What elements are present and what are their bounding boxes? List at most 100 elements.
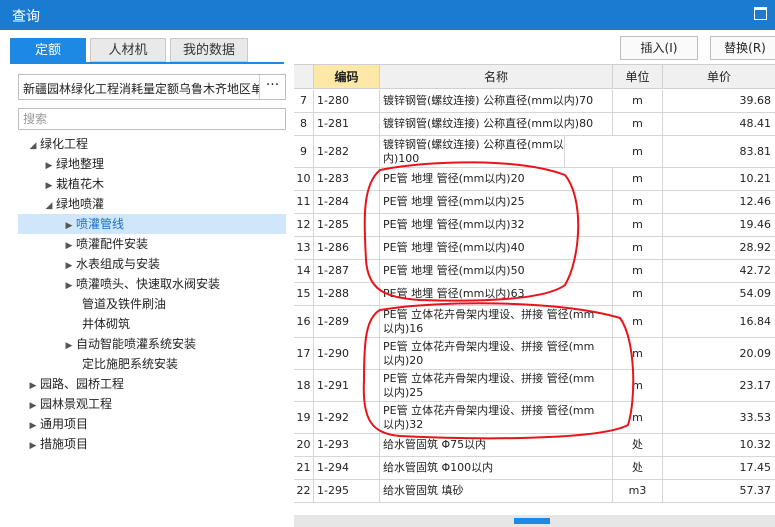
table-row[interactable]: 22 1-295 给水管固筑 填砂 m3 57.37 bbox=[294, 480, 775, 503]
table-row[interactable]: 10 1-283 PE管 地埋 管径(mm以内)20 m 10.21 bbox=[294, 168, 775, 191]
tree-node-measures[interactable]: ▶ 措施项目 bbox=[26, 434, 88, 454]
tree-node-planting[interactable]: ▶ 栽植花木 bbox=[42, 174, 104, 194]
table-row[interactable]: 11 1-284 PE管 地埋 管径(mm以内)25 m 12.46 bbox=[294, 191, 775, 214]
row-price: 16.84 bbox=[739, 315, 772, 328]
collapsed-arrow-icon[interactable]: ▶ bbox=[62, 276, 76, 296]
table-row[interactable]: 16 1-289 PE管 立体花卉骨架内埋设、拼接 管径(mm以内)16 m 1… bbox=[294, 306, 775, 338]
row-code: 1-280 bbox=[314, 90, 380, 112]
row-code: 1-288 bbox=[314, 283, 380, 305]
tree-node-landscape[interactable]: ▶ 园林景观工程 bbox=[26, 394, 112, 414]
tree-node-roads-bridges[interactable]: ▶ 园路、园桥工程 bbox=[26, 374, 124, 394]
header-code[interactable]: 编码 bbox=[314, 65, 380, 89]
header-price[interactable]: 单价 bbox=[663, 65, 775, 89]
collapsed-arrow-icon[interactable]: ▶ bbox=[62, 236, 76, 256]
row-price: 20.09 bbox=[739, 347, 772, 360]
table-row[interactable]: 19 1-292 PE管 立体花卉骨架内埋设、拼接 管径(mm以内)32 m 3… bbox=[294, 402, 775, 434]
row-unit: m bbox=[613, 90, 663, 112]
row-unit: m bbox=[613, 306, 663, 337]
collapsed-arrow-icon[interactable]: ▶ bbox=[62, 336, 76, 356]
table-row[interactable]: 14 1-287 PE管 地埋 管径(mm以内)50 m 42.72 bbox=[294, 260, 775, 283]
row-index: 18 bbox=[294, 370, 314, 401]
row-unit: m bbox=[613, 237, 663, 259]
row-code: 1-293 bbox=[314, 434, 380, 456]
tree-node-irrigation-pipes[interactable]: ▶ 喷灌管线 bbox=[18, 214, 286, 234]
tree-node-site-prep[interactable]: ▶ 绿地整理 bbox=[42, 154, 104, 174]
header-unit[interactable]: 单位 bbox=[613, 65, 663, 89]
row-code: 1-281 bbox=[314, 113, 380, 135]
row-price: 83.81 bbox=[739, 145, 772, 158]
row-name: 给水管固筑 Φ75以内 bbox=[380, 434, 613, 456]
tree-node-painting[interactable]: 管道及铁件刷油 bbox=[82, 294, 166, 314]
scrollbar-thumb[interactable] bbox=[514, 518, 550, 524]
row-name: 给水管固筑 Φ100以内 bbox=[380, 457, 613, 479]
row-price: 33.53 bbox=[739, 411, 772, 424]
row-code: 1-295 bbox=[314, 480, 380, 502]
row-unit: m3 bbox=[613, 480, 663, 502]
insert-button[interactable]: 插入(I) bbox=[620, 36, 698, 60]
tree-node-irrigation[interactable]: ◢ 绿地喷灌 bbox=[42, 194, 104, 214]
tab-my-data[interactable]: 我的数据 bbox=[170, 38, 248, 62]
row-price: 10.21 bbox=[739, 172, 772, 185]
tab-quota[interactable]: 定额 bbox=[10, 38, 86, 62]
tree-node-fertilizer[interactable]: 定比施肥系统安装 bbox=[82, 354, 178, 374]
tree-node-auto-irrigation[interactable]: ▶ 自动智能喷灌系统安装 bbox=[62, 334, 196, 354]
row-price: 12.46 bbox=[739, 195, 772, 208]
row-code: 1-285 bbox=[314, 214, 380, 236]
maximize-icon[interactable] bbox=[754, 7, 767, 20]
table-row[interactable]: 15 1-288 PE管 地埋 管径(mm以内)63 m 54.09 bbox=[294, 283, 775, 306]
search-input[interactable]: 搜索 bbox=[18, 108, 286, 130]
expanded-arrow-icon[interactable]: ◢ bbox=[42, 196, 56, 216]
row-unit: m bbox=[613, 338, 663, 369]
horizontal-scrollbar[interactable] bbox=[294, 515, 775, 527]
tree-node-fittings[interactable]: ▶ 喷灌配件安装 bbox=[62, 234, 148, 254]
row-unit: 处 bbox=[613, 434, 663, 456]
tree-node-water-meter[interactable]: ▶ 水表组成与安装 bbox=[62, 254, 160, 274]
row-price: 28.92 bbox=[739, 241, 772, 254]
row-name: 镀锌钢管(螺纹连接) 公称直径(mm以内)100 bbox=[380, 136, 565, 167]
table-row[interactable]: 13 1-286 PE管 地埋 管径(mm以内)40 m 28.92 bbox=[294, 237, 775, 260]
row-index: 16 bbox=[294, 306, 314, 337]
table-row[interactable]: 9 1-282 镀锌钢管(螺纹连接) 公称直径(mm以内)100 m 83.81 bbox=[294, 136, 775, 168]
tab-labor-material-machine[interactable]: 人材机 bbox=[90, 38, 166, 62]
table-row[interactable]: 8 1-281 镀锌钢管(螺纹连接) 公称直径(mm以内)80 m 48.41 bbox=[294, 113, 775, 136]
header-index bbox=[294, 65, 314, 89]
expanded-arrow-icon[interactable]: ◢ bbox=[26, 136, 40, 156]
row-code: 1-286 bbox=[314, 237, 380, 259]
tree-node-sprinkler-heads[interactable]: ▶ 喷灌喷头、快速取水阀安装 bbox=[62, 274, 220, 294]
table-row[interactable]: 12 1-285 PE管 地埋 管径(mm以内)32 m 19.46 bbox=[294, 214, 775, 237]
header-name[interactable]: 名称 bbox=[380, 65, 613, 89]
row-name: PE管 地埋 管径(mm以内)40 bbox=[380, 237, 613, 259]
replace-button[interactable]: 替换(R) bbox=[710, 36, 775, 60]
tree-node-greening[interactable]: ◢ 绿化工程 bbox=[26, 134, 88, 154]
row-name: PE管 地埋 管径(mm以内)50 bbox=[380, 260, 613, 282]
row-name: PE管 地埋 管径(mm以内)25 bbox=[380, 191, 613, 213]
row-code: 1-283 bbox=[314, 168, 380, 190]
table-row[interactable]: 17 1-290 PE管 立体花卉骨架内埋设、拼接 管径(mm以内)20 m 2… bbox=[294, 338, 775, 370]
tree-node-general[interactable]: ▶ 通用项目 bbox=[26, 414, 88, 434]
collapsed-arrow-icon[interactable]: ▶ bbox=[26, 416, 40, 436]
table-row[interactable]: 20 1-293 给水管固筑 Φ75以内 处 10.32 bbox=[294, 434, 775, 457]
collapsed-arrow-icon[interactable]: ▶ bbox=[26, 396, 40, 416]
row-price: 17.45 bbox=[739, 461, 772, 474]
more-options-button[interactable]: ··· bbox=[259, 75, 285, 99]
row-index: 8 bbox=[294, 113, 314, 135]
row-index: 17 bbox=[294, 338, 314, 369]
row-index: 14 bbox=[294, 260, 314, 282]
collapsed-arrow-icon[interactable]: ▶ bbox=[42, 156, 56, 176]
collapsed-arrow-icon[interactable]: ▶ bbox=[26, 376, 40, 396]
collapsed-arrow-icon[interactable]: ▶ bbox=[26, 436, 40, 456]
row-index: 21 bbox=[294, 457, 314, 479]
table-row[interactable]: 21 1-294 给水管固筑 Φ100以内 处 17.45 bbox=[294, 457, 775, 480]
row-code: 1-289 bbox=[314, 306, 380, 337]
table-row[interactable]: 18 1-291 PE管 立体花卉骨架内埋设、拼接 管径(mm以内)25 m 2… bbox=[294, 370, 775, 402]
quota-library-select[interactable]: 新疆园林绿化工程消耗量定额乌鲁木齐地区单 ··· bbox=[18, 74, 286, 100]
collapsed-arrow-icon[interactable]: ▶ bbox=[62, 216, 76, 236]
row-price: 48.41 bbox=[739, 117, 772, 130]
collapsed-arrow-icon[interactable]: ▶ bbox=[42, 176, 56, 196]
row-code: 1-287 bbox=[314, 260, 380, 282]
row-unit: m bbox=[613, 136, 663, 167]
tree-node-well-masonry[interactable]: 井体砌筑 bbox=[82, 314, 130, 334]
row-name: PE管 地埋 管径(mm以内)32 bbox=[380, 214, 613, 236]
table-row[interactable]: 7 1-280 镀锌钢管(螺纹连接) 公称直径(mm以内)70 m 39.68 bbox=[294, 90, 775, 113]
collapsed-arrow-icon[interactable]: ▶ bbox=[62, 256, 76, 276]
